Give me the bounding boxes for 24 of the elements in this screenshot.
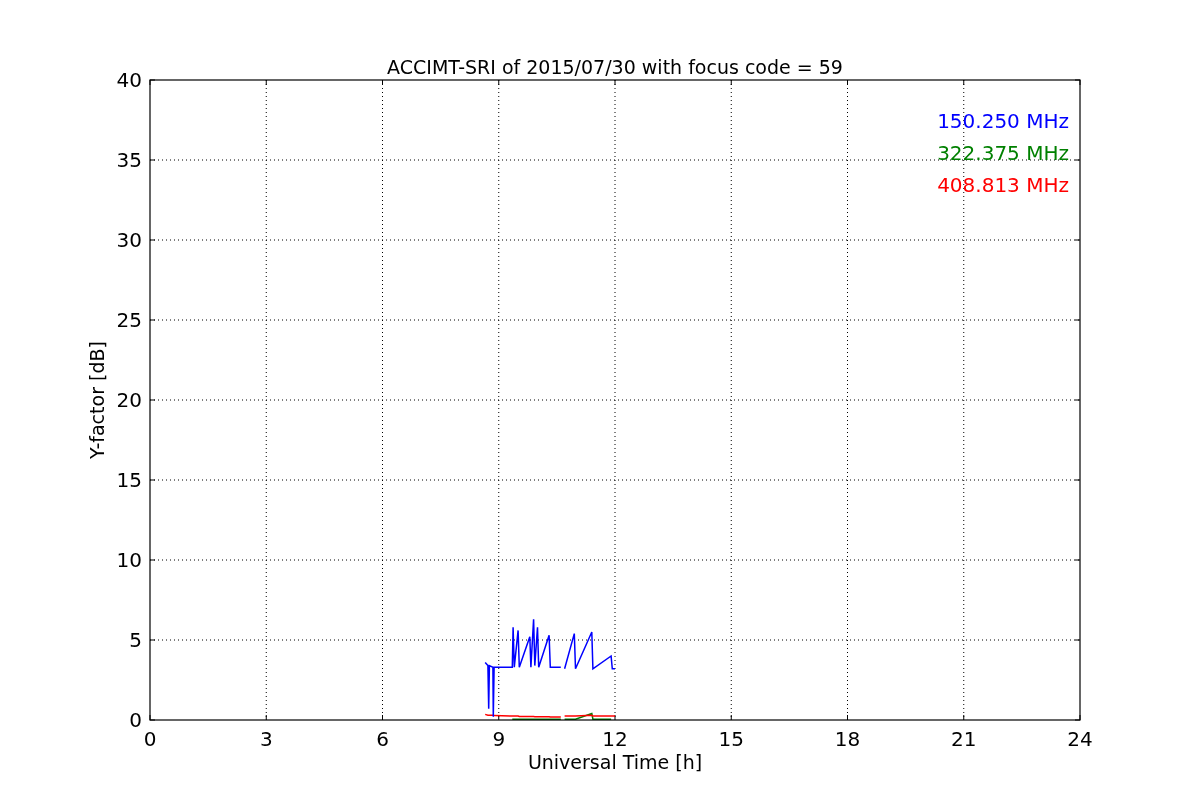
y-tick-label: 35 [116,148,142,172]
x-tick-label: 6 [376,727,389,751]
y-tick-label: 0 [129,708,142,732]
y-tick-label: 40 [116,68,142,92]
y-tick-label: 5 [129,628,142,652]
legend-label: 408.813 MHz [937,173,1069,197]
x-tick-label: 24 [1067,727,1093,751]
x-tick-label: 15 [718,727,744,751]
x-axis-label: Universal Time [h] [527,751,703,773]
y-tick-label: 30 [116,228,142,252]
x-tick-label: 9 [492,727,506,751]
y-tick-label: 15 [116,468,142,492]
y-tick-label: 10 [116,548,142,572]
legend-label: 322.375 MHz [937,141,1069,165]
chart-title: ACCIMT-SRI of 2015/07/30 with focus code = 59 [387,56,843,78]
x-tick-label: 12 [602,727,628,751]
legend-label: 150.250 MHz [937,109,1069,133]
y-tick-label: 25 [116,308,142,332]
x-tick-label: 3 [259,727,273,751]
x-tick-label: 18 [834,727,861,751]
y-tick-label: 20 [116,388,142,412]
x-tick-label: 21 [951,727,977,751]
y-axis-label: Y-factor [dB] [86,341,108,459]
x-tick-label: 0 [143,727,157,751]
